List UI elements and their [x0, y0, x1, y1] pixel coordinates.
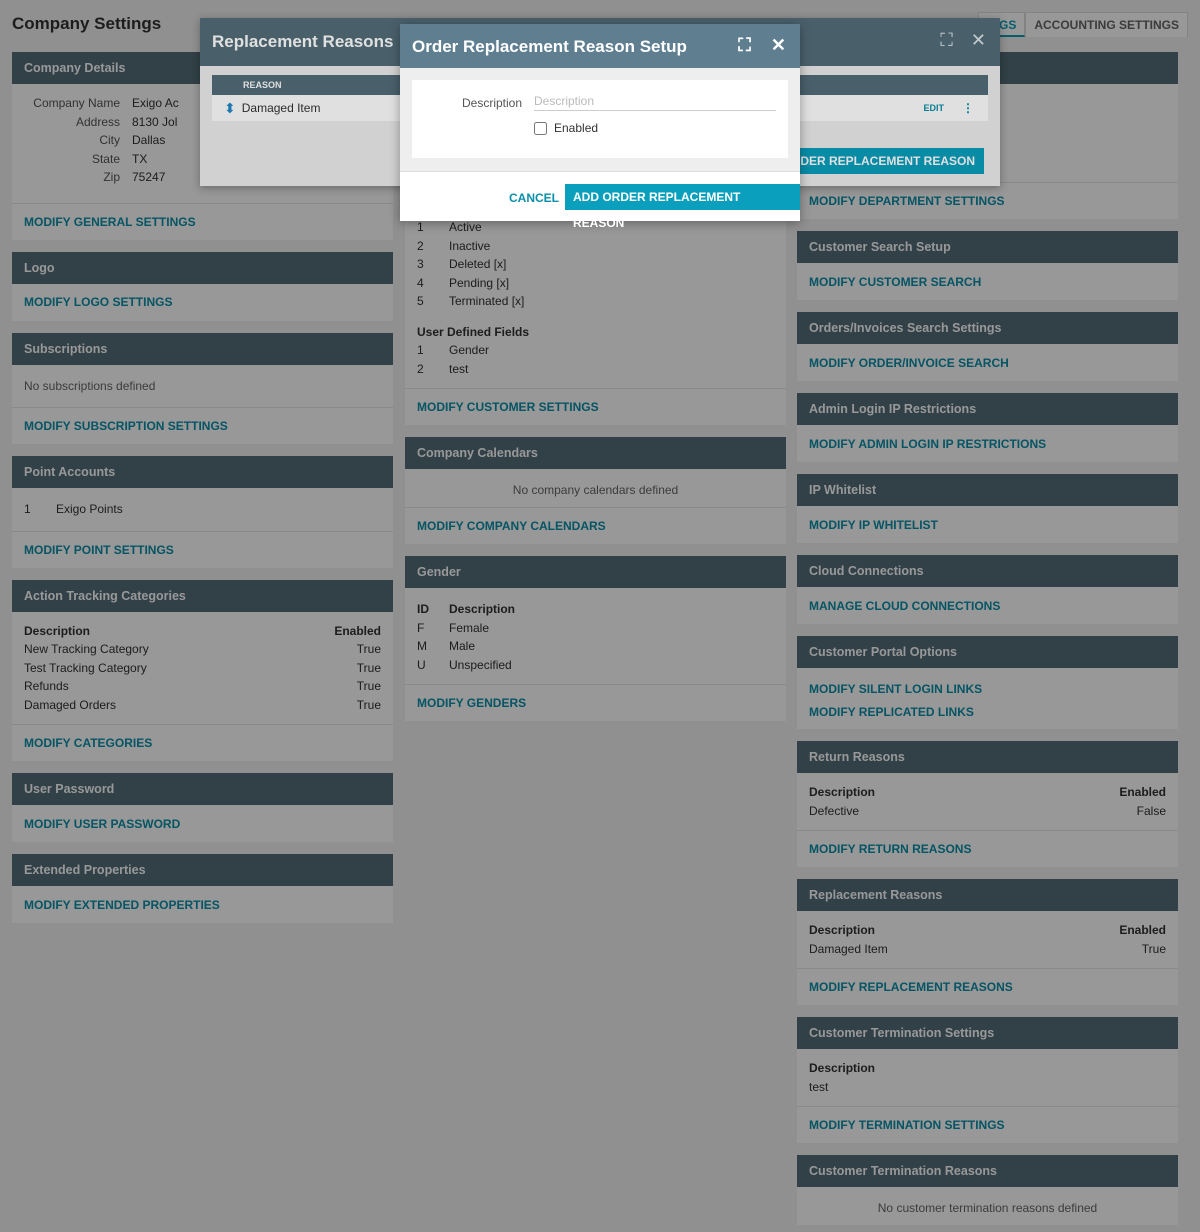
dialog-title: Order Replacement Reason Setup — [412, 37, 687, 56]
add-order-replacement-reason-button[interactable]: ADD ORDER REPLACEMENT REASON — [565, 184, 800, 230]
enabled-checkbox-row[interactable]: Enabled — [534, 121, 598, 135]
enabled-checkbox[interactable] — [534, 121, 547, 135]
enabled-label: Enabled — [554, 121, 599, 135]
description-input[interactable] — [534, 91, 776, 111]
maximize-icon[interactable]: ⛶ — [738, 36, 751, 54]
dialog-footer: CANCEL ADD ORDER REPLACEMENT REASON — [400, 171, 800, 230]
order-replacement-reason-dialog: Order Replacement Reason Setup ⛶ ✕ Descr… — [400, 24, 800, 230]
description-label: Description — [462, 96, 523, 110]
cancel-button[interactable]: CANCEL — [509, 191, 559, 205]
dialog-header: Order Replacement Reason Setup ⛶ ✕ — [400, 24, 800, 68]
dialog-controls: ⛶ ✕ — [738, 36, 786, 54]
close-icon[interactable]: ✕ — [771, 36, 786, 54]
dialog-body: Description Enabled — [412, 80, 788, 158]
